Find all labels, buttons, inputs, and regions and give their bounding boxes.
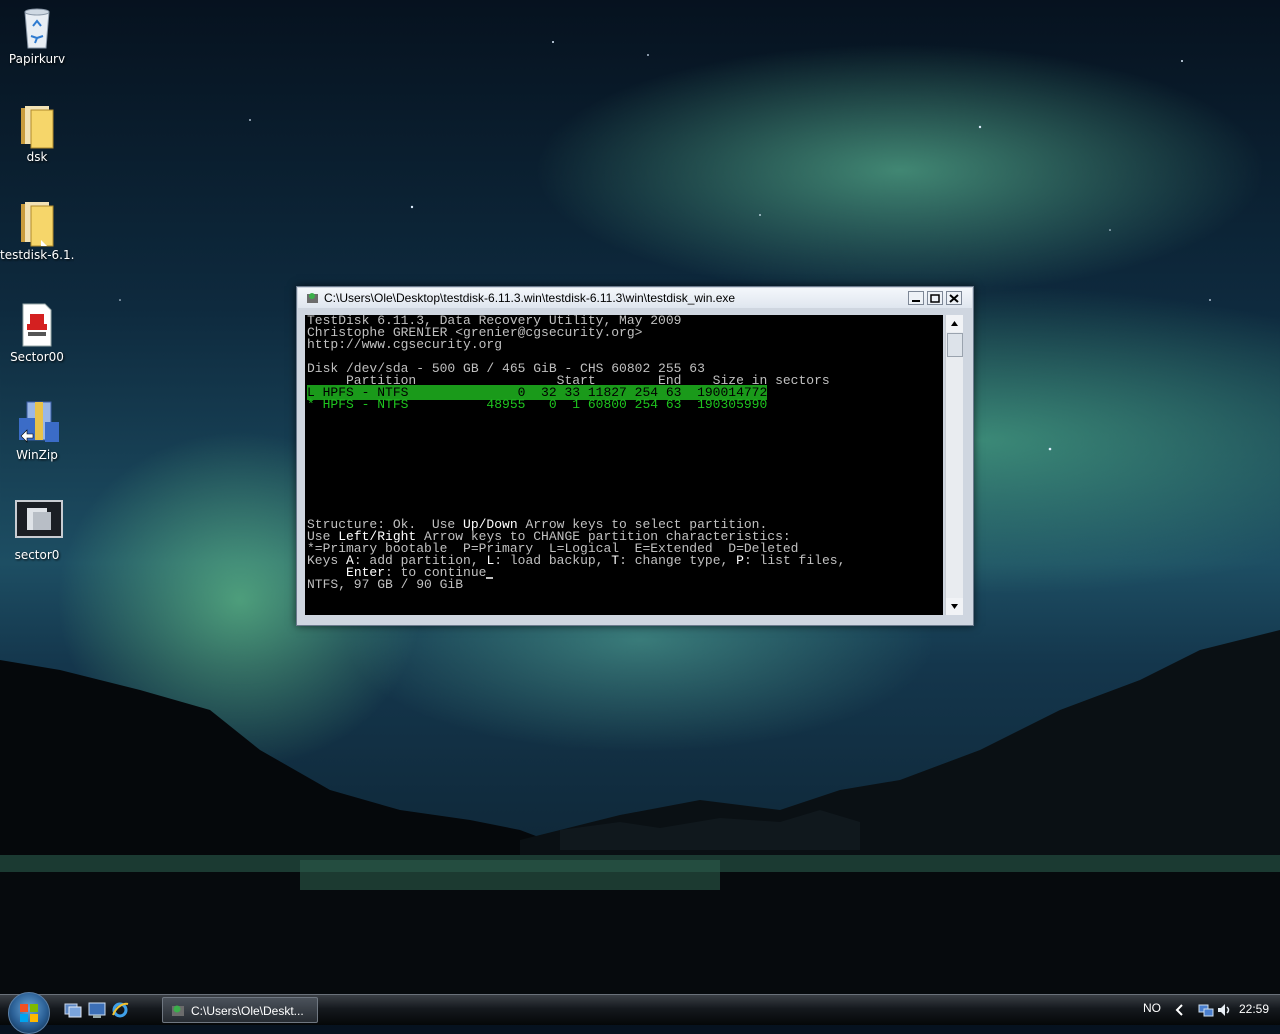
- desktop-icon-label: sector0: [14, 548, 60, 562]
- console-app-icon: [307, 293, 318, 303]
- folder-icon: [15, 200, 59, 247]
- taskbar: C:\Users\Ole\Deskt... NO 22:59: [0, 992, 1280, 1034]
- desktop-icon-label: WinZip: [16, 448, 58, 462]
- taskbar-button-label: C:\Users\Ole\Deskt...: [191, 1004, 304, 1018]
- desktop-icon-winzip[interactable]: WinZip: [0, 400, 74, 462]
- desktop-icon-label: dsk: [26, 150, 48, 164]
- close-button[interactable]: [946, 291, 962, 305]
- start-button[interactable]: [8, 992, 50, 1034]
- volume-icon[interactable]: [1216, 1002, 1232, 1018]
- close-icon: [949, 294, 959, 303]
- image-file-icon: [15, 500, 63, 544]
- recycle-bin-icon: [15, 4, 59, 49]
- internet-explorer-icon[interactable]: [111, 1001, 129, 1019]
- maximize-button[interactable]: [927, 291, 943, 305]
- desktop-icon-sector0[interactable]: sector0: [0, 500, 74, 562]
- partition-info-line: NTFS, 97 GB / 90 GiB: [307, 577, 464, 592]
- show-hidden-icons-icon[interactable]: [1172, 1002, 1188, 1018]
- taskbar-button-testdisk[interactable]: C:\Users\Ole\Deskt...: [162, 997, 318, 1023]
- partition-row[interactable]: * HPFS - NTFS 48955 0 1 60800 254 63 190…: [307, 397, 767, 412]
- console-app-icon: [172, 1005, 184, 1016]
- scrollbar-thumb[interactable]: [947, 333, 963, 357]
- desktop-icon-recycle-bin[interactable]: Papirkurv: [0, 4, 74, 66]
- wallpaper-landscape: [0, 630, 1280, 1000]
- vertical-scrollbar[interactable]: [945, 315, 963, 615]
- document-icon: [15, 302, 59, 347]
- desktop-icon-sector00[interactable]: Sector00: [0, 302, 74, 364]
- maximize-icon: [930, 294, 940, 303]
- console-line: http://www.cgsecurity.org: [307, 337, 503, 352]
- clock[interactable]: 22:59: [1239, 1002, 1269, 1016]
- window-title: C:\Users\Ole\Desktop\testdisk-6.11.3.win…: [324, 291, 736, 305]
- desktop-icon-label: Sector00: [10, 350, 64, 364]
- desktop-icon-testdisk-folder[interactable]: testdisk-6.1...: [0, 200, 74, 262]
- switch-windows-icon[interactable]: [64, 1001, 82, 1019]
- minimize-icon: [912, 300, 920, 302]
- arrow-up-icon: [951, 321, 958, 326]
- window-titlebar[interactable]: C:\Users\Ole\Desktop\testdisk-6.11.3.win…: [298, 288, 972, 308]
- console-output[interactable]: TestDisk 6.11.3, Data Recovery Utility, …: [305, 315, 943, 615]
- show-desktop-icon[interactable]: [88, 1001, 106, 1019]
- minimize-button[interactable]: [908, 291, 924, 305]
- arrow-down-icon: [951, 604, 958, 609]
- desktop-icon-label: testdisk-6.1...: [0, 248, 74, 262]
- language-indicator[interactable]: NO: [1143, 1001, 1161, 1015]
- windows-logo-icon: [20, 1004, 38, 1022]
- winzip-icon: [15, 400, 59, 444]
- text-cursor: [486, 577, 494, 579]
- desktop-icon-label: Papirkurv: [8, 52, 66, 66]
- network-icon[interactable]: [1198, 1002, 1214, 1018]
- testdisk-console-window[interactable]: C:\Users\Ole\Desktop\testdisk-6.11.3.win…: [296, 286, 974, 626]
- desktop-icon-dsk[interactable]: dsk: [0, 102, 74, 164]
- scroll-down-button[interactable]: [946, 598, 963, 615]
- folder-icon: [15, 102, 59, 149]
- scroll-up-button[interactable]: [946, 315, 963, 332]
